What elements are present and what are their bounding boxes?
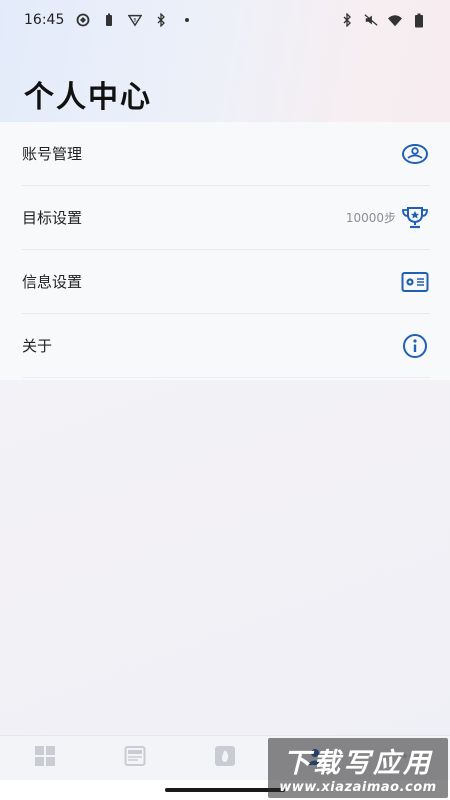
sync-icon [76,13,90,27]
info-icon [400,331,430,361]
svg-text:B: B [134,17,137,23]
trophy-icon [400,203,430,233]
menu-item-about[interactable]: 关于 [22,314,430,378]
status-time: 16:45 [24,12,65,28]
status-right [340,13,426,27]
watermark: 下载写应用 www.xiazaimao.com [268,738,448,798]
menu-item-goal[interactable]: 目标设置 10000步 [22,186,430,250]
watermark-url: www.xiazaimao.com [279,780,437,795]
fire-icon [214,745,236,771]
menu-item-right [400,267,430,297]
id-card-icon [400,267,430,297]
menu-item-label: 信息设置 [22,273,83,291]
tab-activity[interactable] [180,736,270,781]
menu-card: 账号管理 目标设置 10000步 信息设置 关于 [0,122,450,380]
menu-item-right: 10000步 [346,203,430,233]
menu-item-label: 目标设置 [22,209,83,227]
status-bar: 16:45 B [0,0,450,40]
page-title: 个人中心 [24,80,152,115]
dot-icon [180,13,194,27]
bluetooth-icon [154,13,168,27]
bluetooth-icon [340,13,354,27]
goal-steps-value: 10000步 [345,211,396,225]
vpn-icon: B [128,13,143,27]
menu-item-right [400,331,430,361]
watermark-main-text: 下载写应用 [283,748,433,779]
battery-saver-icon [102,13,116,27]
home-indicator-pill [165,788,285,792]
menu-item-account[interactable]: 账号管理 [22,122,430,186]
grid-icon [34,745,56,771]
status-left: 16:45 B [24,12,194,28]
wifi-icon [388,13,402,27]
tab-news[interactable] [90,736,180,781]
news-icon [124,745,146,771]
battery-icon [412,13,426,27]
account-icon [400,139,430,169]
menu-item-label: 账号管理 [22,145,83,163]
menu-item-right [400,139,430,169]
menu-item-label: 关于 [22,337,53,355]
menu-item-info-settings[interactable]: 信息设置 [22,250,430,314]
mute-icon [364,13,378,27]
tab-home[interactable] [0,736,90,781]
